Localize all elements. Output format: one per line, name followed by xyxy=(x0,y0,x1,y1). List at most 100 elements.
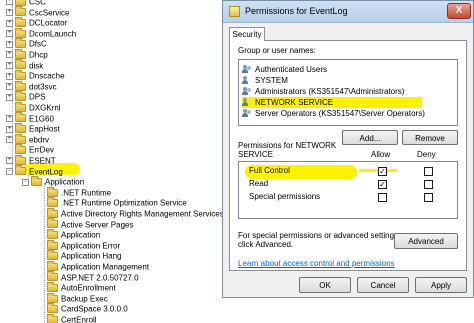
learn-permissions-link[interactable]: Learn about access control and permissio… xyxy=(238,259,395,268)
tree-node[interactable]: + ebdrv xyxy=(6,133,50,145)
expand-icon[interactable]: + xyxy=(6,157,13,165)
folder-icon xyxy=(15,144,26,155)
tree-node-label: Dhcp xyxy=(29,50,48,60)
expand-icon[interactable]: + xyxy=(6,0,13,6)
tree-node[interactable]: + EapHost xyxy=(6,123,60,134)
principal-label: Authenticated Users xyxy=(255,65,328,74)
cancel-button[interactable]: Cancel xyxy=(357,277,409,293)
tree-node[interactable]: - Application xyxy=(22,176,84,187)
tree-node-label: CscService xyxy=(29,7,70,17)
collapse-icon[interactable]: - xyxy=(22,178,29,186)
perm-row-full-control: Full Control ✓ xyxy=(243,165,457,179)
tree-node[interactable]: AutoEnrollment xyxy=(38,282,116,293)
tree-node[interactable]: ASP.NET 2.0.50727.0 xyxy=(38,271,139,283)
expand-icon xyxy=(38,295,45,302)
tree-node-label: Active Server Pages xyxy=(61,219,134,229)
tree-node[interactable]: + E1G60 xyxy=(6,112,54,124)
tree-node[interactable]: Application Hang xyxy=(38,250,121,261)
tree-node[interactable]: .NET Runtime xyxy=(38,186,111,198)
folder-icon xyxy=(15,48,26,59)
expand-icon[interactable]: + xyxy=(6,136,13,144)
tree-node[interactable]: Application Error xyxy=(38,239,121,251)
allow-read-checkbox[interactable]: ✓ xyxy=(378,180,387,189)
folder-icon xyxy=(15,165,26,176)
remove-button[interactable]: Remove xyxy=(402,130,458,145)
deny-read-checkbox[interactable] xyxy=(424,180,433,189)
user-group-icon xyxy=(242,109,252,118)
tree-node[interactable]: - EventLog xyxy=(6,165,63,177)
expand-icon xyxy=(38,253,45,260)
list-item-selected[interactable]: NETWORK SERVICE xyxy=(242,97,422,108)
tree-node[interactable]: Backup Exec xyxy=(38,292,108,304)
tree-node[interactable]: + DcomLaunch xyxy=(6,27,76,39)
expand-icon[interactable]: + xyxy=(6,125,13,133)
principal-label: NETWORK SERVICE xyxy=(255,98,334,107)
expand-icon[interactable]: + xyxy=(6,61,13,69)
dialog-titlebar[interactable]: Permissions for EventLog X xyxy=(223,1,473,23)
deny-full-control-checkbox[interactable] xyxy=(424,167,433,176)
allow-full-control-checkbox[interactable]: ✓ xyxy=(378,167,387,176)
tab-security[interactable]: Security xyxy=(229,27,265,41)
tree-node-label: Application Management xyxy=(61,262,150,272)
user-icon xyxy=(242,76,252,85)
ok-button[interactable]: OK xyxy=(299,277,351,293)
tree-node[interactable]: DXGKrnl xyxy=(6,101,61,113)
tree-node[interactable]: + ESENT xyxy=(6,154,56,166)
tree-node[interactable]: + Dhcp xyxy=(6,48,48,60)
expand-icon[interactable]: + xyxy=(6,40,13,48)
expand-icon[interactable]: + xyxy=(6,51,13,59)
tree-node[interactable]: .NET Runtime Optimization Service xyxy=(38,197,187,208)
tree-node-label: DCLocator xyxy=(29,18,68,28)
tree-node-label: DfsC xyxy=(29,39,47,49)
tree-node[interactable]: + Dnscache xyxy=(6,70,65,81)
tree-node-label: EapHost xyxy=(29,124,60,134)
tree-node-label: Application Error xyxy=(61,241,121,251)
list-item[interactable]: Authenticated Users xyxy=(242,64,327,75)
perm-name: Full Control xyxy=(249,166,290,175)
tree-node[interactable]: + DfsC xyxy=(6,38,47,49)
tree-node-label: ErrDev xyxy=(29,145,54,155)
folder-icon xyxy=(15,27,26,38)
folder-icon xyxy=(47,271,58,282)
allow-special-checkbox[interactable] xyxy=(378,193,387,202)
expand-icon xyxy=(38,285,45,292)
principals-list[interactable]: Authenticated Users SYSTEM Administrator… xyxy=(238,59,458,126)
close-button[interactable]: X xyxy=(447,3,471,19)
tree-node[interactable]: CertEnroll xyxy=(38,313,97,323)
perm-name: Read xyxy=(249,179,269,188)
expand-icon[interactable]: + xyxy=(6,72,13,80)
collapse-icon[interactable]: - xyxy=(6,167,13,175)
list-item[interactable]: Server Operators (KS351547\Server Operat… xyxy=(242,108,425,119)
apply-button[interactable]: Apply xyxy=(415,277,467,293)
list-item[interactable]: Administrators (KS351547\Administrators) xyxy=(242,86,404,97)
registry-tree[interactable]: + CSC + CscService + DCLocator + DcomLaunch + Dfs… xyxy=(0,0,230,323)
tree-node[interactable]: + CscService xyxy=(6,6,70,18)
tree-node[interactable]: Application xyxy=(38,229,100,240)
tree-node[interactable]: CardSpace 3.0.0.0 xyxy=(38,303,128,314)
expand-icon[interactable]: + xyxy=(6,93,13,101)
expand-icon xyxy=(38,200,45,207)
expand-icon[interactable]: + xyxy=(6,114,13,122)
deny-special-checkbox[interactable] xyxy=(424,193,433,202)
add-button[interactable]: Add... xyxy=(342,130,398,145)
tree-node-label: ebdrv xyxy=(29,135,50,145)
list-item[interactable]: SYSTEM xyxy=(242,75,288,86)
expand-icon[interactable]: + xyxy=(6,30,13,38)
tree-node[interactable]: + disk xyxy=(6,59,43,71)
tree-node[interactable]: + DPS xyxy=(6,91,45,102)
tree-node[interactable]: + dot3svc xyxy=(6,80,57,92)
tree-node[interactable]: Active Server Pages xyxy=(38,218,134,230)
tree-node-label: EventLog xyxy=(29,166,63,176)
tree-node[interactable]: Active Directory Rights Management Servi… xyxy=(38,207,224,219)
tree-node[interactable]: Application Management xyxy=(38,260,150,272)
expand-icon xyxy=(38,232,45,239)
expand-icon[interactable]: + xyxy=(6,19,13,27)
advanced-button[interactable]: Advanced xyxy=(394,233,458,249)
tree-node[interactable]: ErrDev xyxy=(6,144,54,155)
expand-icon[interactable]: + xyxy=(6,8,13,16)
expand-icon xyxy=(38,274,45,281)
expand-icon[interactable]: + xyxy=(6,83,13,91)
folder-icon xyxy=(47,207,58,218)
folder-icon xyxy=(47,282,58,293)
tree-node[interactable]: + DCLocator xyxy=(6,17,67,28)
